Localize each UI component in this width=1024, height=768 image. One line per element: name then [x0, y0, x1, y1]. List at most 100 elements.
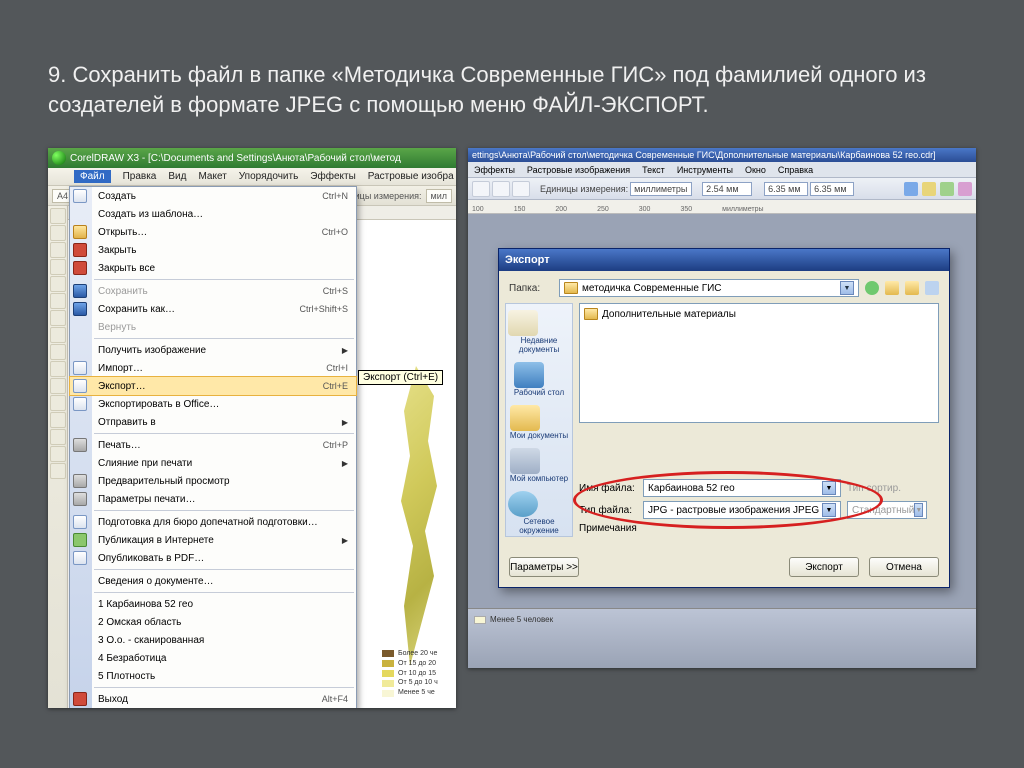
- menu-help[interactable]: Справка: [778, 165, 813, 175]
- menu-item[interactable]: Получить изображение▶: [70, 341, 356, 359]
- measure-value[interactable]: мил: [426, 189, 452, 203]
- coord-y[interactable]: 6.35 мм: [810, 182, 854, 196]
- menu-file[interactable]: Файл: [74, 170, 111, 183]
- pick-tool[interactable]: [50, 208, 66, 224]
- params-button[interactable]: Параметры >>: [509, 557, 579, 577]
- menu-item[interactable]: Экспорт…Ctrl+E: [70, 377, 356, 395]
- measure-label: Единицы измерения:: [540, 184, 628, 194]
- export-button[interactable]: Экспорт: [789, 557, 859, 577]
- units-select[interactable]: миллиметры: [630, 182, 692, 196]
- menu-item[interactable]: ВыходAlt+F4: [70, 690, 356, 708]
- menu-item-label: Импорт…: [98, 363, 326, 374]
- menu-item[interactable]: Опубликовать в PDF…: [70, 549, 356, 567]
- toolbar-icon[interactable]: [922, 182, 936, 196]
- coord-x[interactable]: 6.35 мм: [764, 182, 808, 196]
- menu-item[interactable]: Параметры печати…: [70, 490, 356, 508]
- menu-item-label: 2 Омская область: [98, 617, 348, 628]
- menubar[interactable]: Эффекты Растровые изображения Текст Инст…: [468, 162, 976, 178]
- views-icon[interactable]: [925, 281, 939, 295]
- filename-input[interactable]: Карбаинова 52 гео ▼: [643, 479, 841, 497]
- place-recent[interactable]: Недавние документы: [508, 310, 570, 354]
- menu-bitmaps[interactable]: Растровые изобра: [368, 171, 454, 182]
- polygon-tool[interactable]: [50, 344, 66, 360]
- submenu-arrow-icon: ▶: [342, 536, 348, 545]
- menu-item[interactable]: Отправить в▶: [70, 413, 356, 431]
- freehand-tool[interactable]: [50, 276, 66, 292]
- menu-view[interactable]: Вид: [168, 171, 186, 182]
- menu-item-label: Создать из шаблона…: [98, 209, 348, 220]
- place-network[interactable]: Сетевое окружение: [508, 491, 570, 535]
- toolbar-icon[interactable]: [958, 182, 972, 196]
- menu-item[interactable]: 2 Омская область: [70, 613, 356, 631]
- menu-separator: [94, 569, 354, 570]
- eyedropper-tool[interactable]: [50, 412, 66, 428]
- nudge-field[interactable]: 2.54 мм: [702, 182, 752, 196]
- outline-tool[interactable]: [50, 429, 66, 445]
- menu-item[interactable]: Экспортировать в Office…: [70, 395, 356, 413]
- menu-item[interactable]: Печать…Ctrl+P: [70, 436, 356, 454]
- menu-text[interactable]: Текст: [642, 165, 665, 175]
- crop-tool[interactable]: [50, 242, 66, 258]
- up-folder-icon[interactable]: [885, 281, 899, 295]
- menu-effects[interactable]: Эффекты: [474, 165, 515, 175]
- menu-item[interactable]: 4 Безработица: [70, 649, 356, 667]
- place-desktop[interactable]: Рабочий стол: [514, 362, 564, 397]
- folder-select[interactable]: методичка Современные ГИС ▼: [559, 279, 859, 297]
- text-tool[interactable]: [50, 378, 66, 394]
- fill-tool[interactable]: [50, 446, 66, 462]
- place-mydocs[interactable]: Мои документы: [510, 405, 568, 440]
- menu-item[interactable]: СоздатьCtrl+N: [70, 187, 356, 205]
- smart-fill-tool[interactable]: [50, 293, 66, 309]
- list-item[interactable]: Дополнительные материалы: [584, 308, 934, 320]
- chevron-down-icon[interactable]: ▼: [822, 503, 836, 517]
- interactive-blend-tool[interactable]: [50, 395, 66, 411]
- places-bar: Недавние документы Рабочий стол Мои доку…: [505, 303, 573, 537]
- toolbar-icon[interactable]: [904, 182, 918, 196]
- filetype-select[interactable]: JPG - растровые изображения JPEG ▼: [643, 501, 841, 519]
- menu-item[interactable]: Слияние при печати▶: [70, 454, 356, 472]
- menu-item[interactable]: Импорт…Ctrl+I: [70, 359, 356, 377]
- place-label: Рабочий стол: [514, 388, 564, 397]
- menu-edit[interactable]: Правка: [123, 171, 157, 182]
- zoom-tool[interactable]: [50, 259, 66, 275]
- submenu-arrow-icon: ▶: [342, 459, 348, 468]
- menu-item[interactable]: 1 Карбаинова 52 гео: [70, 595, 356, 613]
- menu-item[interactable]: 5 Плотность: [70, 667, 356, 685]
- ellipse-tool[interactable]: [50, 327, 66, 343]
- menu-item[interactable]: Открыть…Ctrl+O: [70, 223, 356, 241]
- menu-layout[interactable]: Макет: [198, 171, 226, 182]
- menu-item[interactable]: Закрыть все: [70, 259, 356, 277]
- menu-item[interactable]: Сведения о документе…: [70, 572, 356, 590]
- menu-effects[interactable]: Эффекты: [310, 171, 355, 182]
- menu-tools[interactable]: Инструменты: [677, 165, 733, 175]
- menu-item[interactable]: Публикация в Интернете▶: [70, 531, 356, 549]
- menu-item[interactable]: 3 О.о. - сканированная: [70, 631, 356, 649]
- rectangle-tool[interactable]: [50, 310, 66, 326]
- legend-item: От 5 до 10 ч: [398, 678, 438, 688]
- toolbar-button[interactable]: [512, 181, 530, 197]
- menu-window[interactable]: Окно: [745, 165, 766, 175]
- toolbar-icon[interactable]: [940, 182, 954, 196]
- new-folder-icon[interactable]: [905, 281, 919, 295]
- menu-bitmaps[interactable]: Растровые изображения: [527, 165, 630, 175]
- place-mycomputer[interactable]: Мой компьютер: [510, 448, 568, 483]
- menu-item[interactable]: Подготовка для бюро допечатной подготовк…: [70, 513, 356, 531]
- menu-item[interactable]: Сохранить как…Ctrl+Shift+S: [70, 300, 356, 318]
- toolbar-button[interactable]: [492, 181, 510, 197]
- file-listing[interactable]: Дополнительные материалы: [579, 303, 939, 423]
- interactive-fill-tool[interactable]: [50, 463, 66, 479]
- menu-item[interactable]: Создать из шаблона…: [70, 205, 356, 223]
- menu-item[interactable]: Предварительный просмотр: [70, 472, 356, 490]
- ruler-tick: 250: [597, 206, 609, 213]
- shape-tool[interactable]: [50, 225, 66, 241]
- basic-shapes-tool[interactable]: [50, 361, 66, 377]
- menu-arrange[interactable]: Упорядочить: [239, 171, 299, 182]
- menu-item[interactable]: Закрыть: [70, 241, 356, 259]
- menubar[interactable]: Файл Правка Вид Макет Упорядочить Эффект…: [48, 168, 456, 186]
- back-icon[interactable]: [865, 281, 879, 295]
- toolbar-button[interactable]: [472, 181, 490, 197]
- menu-item-label: Отправить в: [98, 417, 342, 428]
- cancel-button[interactable]: Отмена: [869, 557, 939, 577]
- chevron-down-icon[interactable]: ▼: [822, 481, 836, 495]
- chevron-down-icon[interactable]: ▼: [840, 281, 854, 295]
